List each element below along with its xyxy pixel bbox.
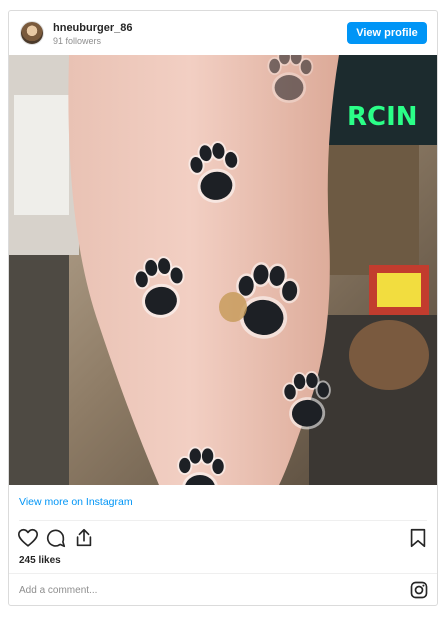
share-icon[interactable] <box>73 527 95 549</box>
bookmark-icon[interactable] <box>407 527 429 549</box>
post-header: hneuburger_86 91 followers View profile <box>9 11 437 55</box>
instagram-embed-card: hneuburger_86 91 followers View profile <box>8 10 438 606</box>
like-count[interactable]: 245 likes <box>19 555 61 566</box>
neon-sign-text: RCIN <box>347 102 418 132</box>
divider <box>19 520 427 521</box>
follower-count: 91 followers <box>53 36 102 46</box>
username[interactable]: hneuburger_86 <box>53 22 132 34</box>
instagram-icon[interactable] <box>409 580 429 600</box>
view-more-link[interactable]: View more on Instagram <box>19 496 133 508</box>
avatar[interactable] <box>20 21 44 45</box>
comment-input[interactable]: Add a comment... <box>19 585 97 596</box>
tattoo-photo: RCIN <box>9 55 437 485</box>
comment-icon[interactable] <box>45 527 67 549</box>
action-bar <box>9 525 437 551</box>
divider <box>9 573 437 574</box>
post-photo[interactable]: RCIN <box>9 55 437 485</box>
heart-icon[interactable] <box>17 527 39 549</box>
view-profile-button[interactable]: View profile <box>347 22 427 44</box>
